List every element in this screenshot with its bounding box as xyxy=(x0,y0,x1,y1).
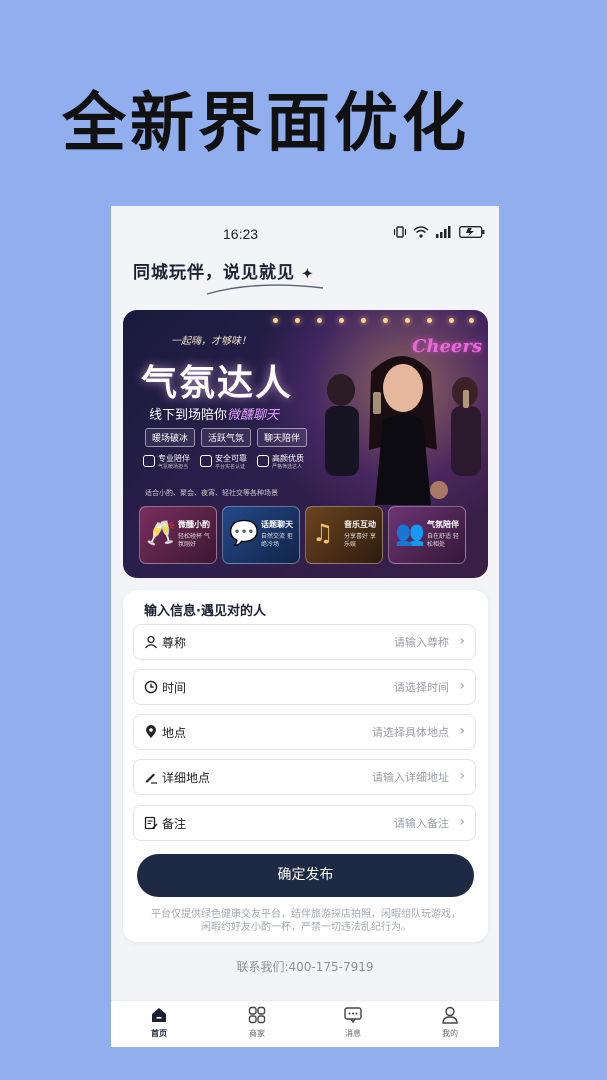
contact-info: 联系我们:400-175-7919 xyxy=(236,960,374,974)
tab-label: 我的 xyxy=(442,1029,458,1038)
cheers-icon: 🥂 xyxy=(146,519,176,547)
field-label: 详细地点 xyxy=(162,771,211,785)
banner-title: 气氛达人 xyxy=(141,363,294,404)
status-bar: 16:23 xyxy=(111,206,499,242)
status-icons xyxy=(393,226,485,238)
slogan: 同城玩伴，说见就见 ✦ xyxy=(133,258,314,283)
tab-messages[interactable]: 消息 xyxy=(323,1005,383,1039)
grid-icon xyxy=(248,1006,266,1024)
promo-banner[interactable]: Cheers 一起嗨，才够味！ 气氛达人 线下到场陪你微醺聊天 暖场破冰 活跃气… xyxy=(123,310,488,578)
field-placeholder: 请选择具体地点 xyxy=(372,726,449,739)
promo-headline: 全新界面优化 xyxy=(62,87,470,161)
location-pin-icon xyxy=(146,725,156,738)
clock-icon xyxy=(144,680,158,694)
banner-subtitle: 线下到场陪你微醺聊天 xyxy=(149,404,279,423)
signal-icon xyxy=(436,226,451,238)
feature-desc: 平台实名认证 xyxy=(215,464,246,470)
field-placeholder: 请输入详细地址 xyxy=(372,771,449,784)
tab-profile[interactable]: 我的 xyxy=(420,1005,480,1039)
disclaimer-text: 平台仅提供绿色健康交友平台，结伴旅游探店拍照，闲暇组队玩游戏，闲暇约好友小酌一杯… xyxy=(151,909,461,933)
message-icon xyxy=(344,1007,362,1024)
feature-title: 高颜优质 xyxy=(272,454,304,463)
people-icon: 👥 xyxy=(395,519,425,547)
card-title: 气氛陪伴 xyxy=(427,520,459,529)
banner-card-companion[interactable]: 👥 气氛陪伴 自在舒适 轻松相处 xyxy=(388,506,466,564)
pen-icon xyxy=(145,773,157,784)
shield-icon xyxy=(200,455,212,467)
banner-pill: 活跃气氛 xyxy=(201,428,252,447)
field-label: 尊称 xyxy=(162,636,187,650)
banner-feature: 专业陪伴 气氛暖场担当 xyxy=(143,454,190,471)
note-edit-icon xyxy=(144,816,158,830)
time-field[interactable]: 时间 请选择时间 › xyxy=(133,669,476,705)
chevron-right-icon: › xyxy=(459,723,465,739)
card-desc: 自然交流 拒绝冷场 xyxy=(261,533,293,548)
banner-pill: 聊天陪伴 xyxy=(257,428,308,447)
underline-swoosh xyxy=(206,284,324,295)
field-label: 备注 xyxy=(162,817,187,831)
chat-icon: 💬 xyxy=(229,519,259,547)
card-title: 微醺小酌 xyxy=(178,520,210,529)
slogan-text: 同城玩伴，说见就见 xyxy=(133,263,295,283)
card-title: 音乐互动 xyxy=(344,520,376,529)
feature-desc: 气氛暖场担当 xyxy=(158,464,189,470)
banner-pills: 暖场破冰 活跃气氛 聊天陪伴 xyxy=(145,428,308,447)
tab-label: 消息 xyxy=(345,1029,361,1038)
banner-features: 专业陪伴 气氛暖场担当 安全可靠 平台实名认证 高颜优质 严格筛选达人 xyxy=(143,454,304,471)
banner-subtitle-highlight: 微醺聊天 xyxy=(227,408,280,423)
feature-title: 安全可靠 xyxy=(215,454,247,463)
field-placeholder: 请输入尊称 xyxy=(394,636,449,649)
banner-tagline: 适合小酌、聚会、夜宵、轻社交等各种场景 xyxy=(145,489,278,497)
banner-card-cheers[interactable]: 🥂 微醺小酌 轻松碰杯 气氛刚好 xyxy=(139,506,217,564)
feature-desc: 严格筛选达人 xyxy=(272,464,303,470)
card-desc: 轻松碰杯 气氛刚好 xyxy=(178,533,210,548)
sparkle-icon: ✦ xyxy=(301,267,314,282)
field-label: 时间 xyxy=(162,681,187,695)
card-desc: 自在舒适 轻松相处 xyxy=(427,533,459,548)
banner-card-chat[interactable]: 💬 话题聊天 自然交流 拒绝冷场 xyxy=(222,506,300,564)
location-field[interactable]: 地点 请选择具体地点 › xyxy=(133,714,476,750)
form-title: 输入信息·遇见对的人 xyxy=(144,604,266,619)
info-form: 输入信息·遇见对的人 尊称 请输入尊称 › 时间 请选择时间 › 地点 请选择具… xyxy=(123,590,488,942)
battery-icon xyxy=(459,226,485,238)
chevron-right-icon: › xyxy=(459,814,465,830)
banner-cards: 🥂 微醺小酌 轻松碰杯 气氛刚好 💬 话题聊天 自然交流 拒绝冷场 ♫ 音乐互动… xyxy=(139,506,466,564)
banner-feature: 安全可靠 平台实名认证 xyxy=(200,454,247,471)
chevron-right-icon: › xyxy=(459,633,465,649)
nickname-field[interactable]: 尊称 请输入尊称 › xyxy=(133,624,476,660)
status-time: 16:23 xyxy=(223,226,259,242)
banner-feature: 高颜优质 严格筛选达人 xyxy=(257,454,304,471)
banner-card-music[interactable]: ♫ 音乐互动 分享喜好 享乐娱 xyxy=(305,506,383,564)
music-icon: ♫ xyxy=(312,519,334,547)
user-icon xyxy=(145,635,157,649)
field-placeholder: 请输入备注 xyxy=(394,817,449,830)
string-lights xyxy=(273,318,474,328)
wifi-icon xyxy=(413,226,429,238)
field-placeholder: 请选择时间 xyxy=(394,681,449,694)
submit-button[interactable]: 确定发布 xyxy=(137,854,474,897)
tab-merchant[interactable]: 商家 xyxy=(227,1005,287,1039)
card-title: 话题聊天 xyxy=(261,520,293,529)
address-detail-field[interactable]: 详细地点 请输入详细地址 › xyxy=(133,759,476,795)
banner-people-illustration xyxy=(325,356,481,505)
chevron-right-icon: › xyxy=(459,678,465,694)
card-desc: 分享喜好 享乐娱 xyxy=(344,533,376,548)
banner-subtitle-prefix: 线下到场陪你 xyxy=(149,408,228,423)
feature-title: 专业陪伴 xyxy=(158,454,190,463)
tab-label: 商家 xyxy=(249,1029,265,1038)
field-label: 地点 xyxy=(162,726,187,740)
diamond-icon xyxy=(257,455,269,467)
chevron-right-icon: › xyxy=(459,768,465,784)
banner-small-tag: 一起嗨，才够味！ xyxy=(171,336,251,347)
tab-home[interactable]: 首页 xyxy=(129,1005,189,1039)
home-icon xyxy=(152,1008,166,1022)
vibrate-icon xyxy=(393,226,407,238)
remark-field[interactable]: 备注 请输入备注 › xyxy=(133,805,476,841)
banner-pill: 暖场破冰 xyxy=(145,428,196,447)
bottom-tab-bar: 首页 商家 消息 我的 xyxy=(111,1000,499,1047)
badge-icon xyxy=(143,455,155,467)
profile-icon xyxy=(442,1006,458,1024)
phone-screen: 16:23 同城玩伴，说见就见 ✦ Cheers 一起嗨，才够味！ 气氛达人 线… xyxy=(111,206,499,1047)
tab-label: 首页 xyxy=(151,1029,167,1038)
